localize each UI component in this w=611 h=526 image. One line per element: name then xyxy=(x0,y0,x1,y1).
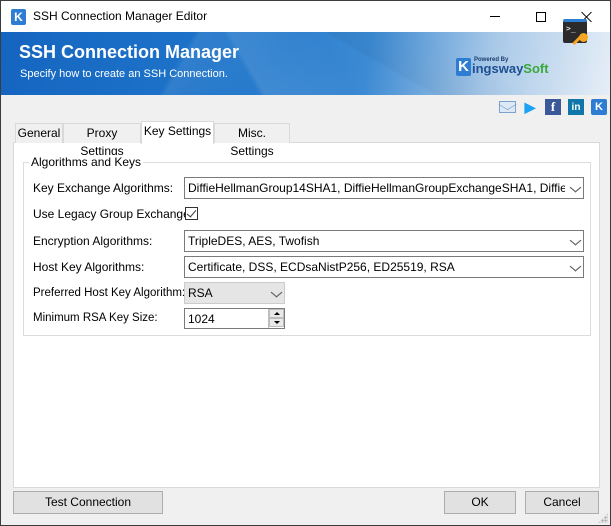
dialog-window: K SSH Connection Manager Editor SSH Conn… xyxy=(0,0,611,526)
spin-up-button[interactable] xyxy=(269,309,284,318)
email-icon[interactable] xyxy=(499,101,516,113)
group-title: Algorithms and Keys xyxy=(29,155,144,169)
host-key-value: Certificate, DSS, ECDsaNistP256, ED25519… xyxy=(188,260,455,274)
encryption-combo[interactable]: TripleDES, AES, Twofish xyxy=(184,230,584,252)
title-bar: K SSH Connection Manager Editor xyxy=(1,1,610,32)
key-exchange-label: Key Exchange Algorithms: xyxy=(33,181,174,195)
spin-down-button[interactable] xyxy=(269,318,284,327)
encryption-value: TripleDES, AES, Twofish xyxy=(188,234,320,248)
chevron-down-icon xyxy=(569,261,582,272)
tab-misc-settings[interactable]: Misc. Settings xyxy=(214,123,290,158)
resize-grip[interactable] xyxy=(598,513,608,523)
linkedin-icon[interactable]: in xyxy=(568,99,584,115)
minimize-button[interactable] xyxy=(472,1,518,32)
tab-key-settings[interactable]: Key Settings xyxy=(141,121,214,144)
kingswaysoft-logo: K Powered By ingswaySoft xyxy=(456,52,549,76)
checkmark-icon xyxy=(186,207,197,218)
social-bar: ▶ f in K xyxy=(1,95,610,119)
key-icon xyxy=(579,33,588,42)
tab-general[interactable]: General xyxy=(15,123,63,143)
key-exchange-value: DiffieHellmanGroup14SHA1, DiffieHellmanG… xyxy=(188,181,565,195)
maximize-icon xyxy=(536,11,546,22)
encryption-label: Encryption Algorithms: xyxy=(33,234,153,248)
tab-proxy-settings[interactable]: Proxy Settings xyxy=(63,123,141,158)
kingswaysoft-k-icon: K xyxy=(11,9,26,25)
logo-soft-text: Soft xyxy=(523,61,549,76)
header-banner: SSH Connection Manager Specify how to cr… xyxy=(1,32,610,95)
kingswaysoft-logo-k: K xyxy=(456,58,471,76)
ok-button[interactable]: OK xyxy=(444,491,516,514)
twitter-icon[interactable]: ▶ xyxy=(522,99,538,115)
chevron-down-icon xyxy=(569,235,582,246)
chevron-down-icon xyxy=(569,182,582,193)
facebook-icon[interactable]: f xyxy=(545,99,561,115)
maximize-button[interactable] xyxy=(518,1,564,32)
min-rsa-key-size-value: 1024 xyxy=(188,312,215,326)
host-key-combo[interactable]: Certificate, DSS, ECDsaNistP256, ED25519… xyxy=(184,256,584,278)
powered-by-text: Powered By xyxy=(474,57,509,63)
min-rsa-key-size-label: Minimum RSA Key Size: xyxy=(33,312,158,324)
kingswaysoft-icon[interactable]: K xyxy=(591,99,607,115)
preferred-host-key-label: Preferred Host Key Algorithm: xyxy=(33,287,186,299)
key-exchange-combo[interactable]: DiffieHellmanGroup14SHA1, DiffieHellmanG… xyxy=(184,177,584,199)
test-connection-button[interactable]: Test Connection xyxy=(13,491,163,514)
min-rsa-key-size-spinner[interactable]: 1024 xyxy=(184,308,285,329)
banner-subtitle: Specify how to create an SSH Connection. xyxy=(20,68,228,80)
minimize-icon xyxy=(490,16,500,17)
host-key-label: Host Key Algorithms: xyxy=(33,260,145,274)
chevron-down-icon xyxy=(270,287,283,298)
preferred-host-key-combo[interactable]: RSA xyxy=(184,282,285,304)
preferred-host-key-value: RSA xyxy=(188,286,213,300)
cancel-button[interactable]: Cancel xyxy=(525,491,599,514)
legacy-group-exchange-checkbox[interactable] xyxy=(185,207,198,220)
window-title: SSH Connection Manager Editor xyxy=(33,9,208,23)
banner-title: SSH Connection Manager xyxy=(19,42,240,62)
legacy-group-exchange-label: Use Legacy Group Exchange: xyxy=(33,207,194,221)
